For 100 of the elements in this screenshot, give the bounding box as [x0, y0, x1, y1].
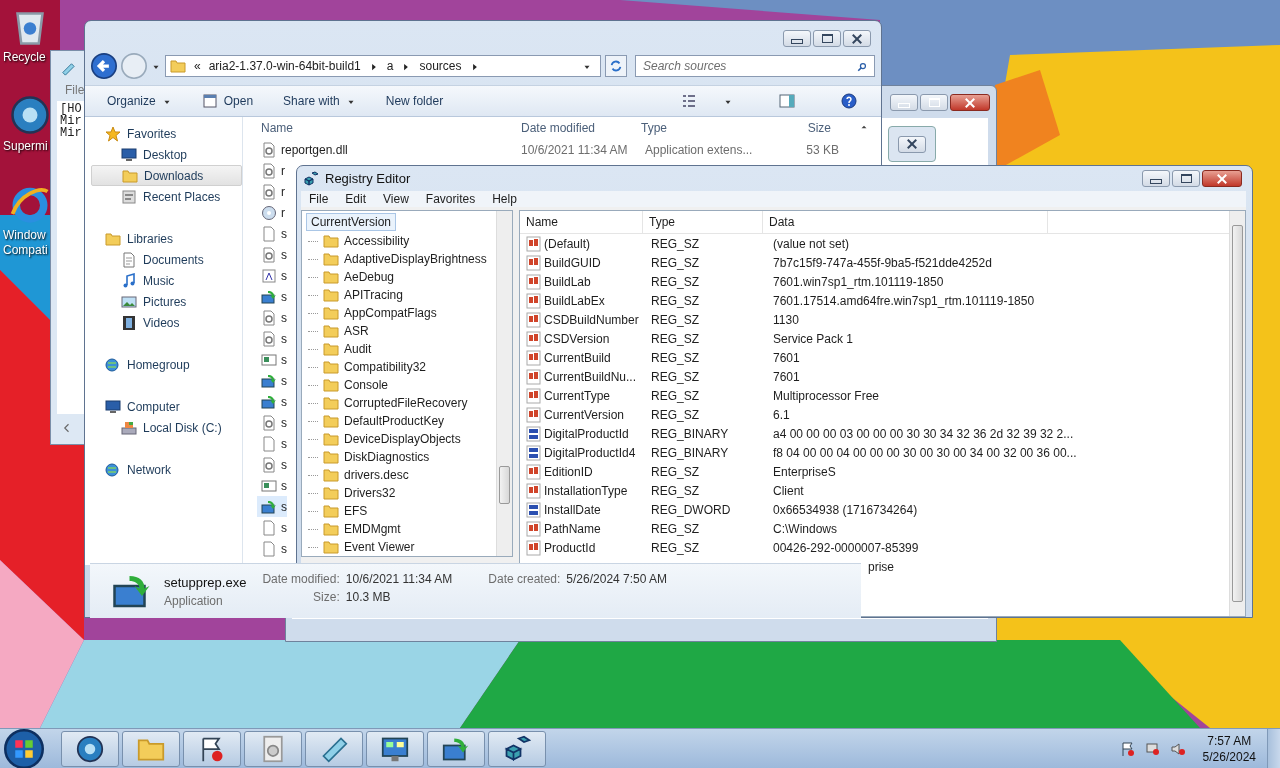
- menu-item[interactable]: Edit: [345, 192, 367, 207]
- value-name[interactable]: BuildLab: [544, 274, 647, 289]
- file-row[interactable]: s: [257, 244, 287, 265]
- value-name[interactable]: (Default): [544, 236, 647, 251]
- value-name[interactable]: BuildLabEx: [544, 293, 647, 308]
- value-name[interactable]: PathName: [544, 521, 647, 536]
- tree-item[interactable]: EMDMgmt: [344, 522, 401, 536]
- close-button[interactable]: [1202, 170, 1242, 188]
- minimize-button[interactable]: [1142, 170, 1170, 188]
- tree-item[interactable]: DiskDiagnostics: [344, 450, 430, 464]
- file-row[interactable]: s: [257, 433, 287, 454]
- value-name[interactable]: InstallDate: [544, 502, 647, 517]
- scrollbar[interactable]: [1229, 211, 1245, 616]
- tree-item[interactable]: AeDebug: [344, 270, 395, 284]
- file-row[interactable]: r: [257, 181, 287, 202]
- file-row[interactable]: s: [257, 412, 287, 433]
- toolbar-button[interactable]: New folder: [383, 91, 446, 111]
- minimize-button[interactable]: [783, 30, 811, 47]
- nav-item[interactable]: Computer: [91, 396, 242, 417]
- tree-item[interactable]: Accessibility: [344, 234, 410, 248]
- tree-item[interactable]: Audit: [344, 342, 372, 356]
- menu-item[interactable]: Favorites: [425, 192, 476, 207]
- file-row[interactable]: s: [257, 475, 287, 496]
- column-header[interactable]: Data: [763, 211, 1048, 233]
- breadcrumb[interactable]: a: [386, 59, 394, 73]
- tree-item[interactable]: EFS: [344, 504, 368, 518]
- tree-item[interactable]: Compatibility32: [344, 360, 427, 374]
- menu-item[interactable]: File: [309, 192, 329, 207]
- tree-item[interactable]: CurrentVersion: [306, 213, 397, 231]
- column-header[interactable]: Size: [761, 121, 831, 135]
- column-header[interactable]: Type: [643, 211, 763, 233]
- help-icon[interactable]: [841, 93, 857, 109]
- file-row[interactable]: s: [257, 517, 287, 538]
- start-button[interactable]: [4, 728, 44, 768]
- address-bar[interactable]: « aria2-1.37.0-win-64bit-build1 a sources: [165, 55, 601, 77]
- tree-item[interactable]: Event Viewer: [344, 540, 415, 554]
- flag-icon[interactable]: [1119, 740, 1136, 757]
- file-row[interactable]: s: [257, 265, 287, 286]
- toolbar-button[interactable]: Share with: [281, 91, 358, 111]
- taskbar-button[interactable]: [366, 730, 424, 767]
- taskbar-button[interactable]: [488, 730, 546, 767]
- nav-item[interactable]: Favorites: [91, 123, 242, 144]
- scrollbar[interactable]: [496, 211, 512, 556]
- value-name[interactable]: CurrentBuild: [544, 350, 647, 365]
- toolbar-button[interactable]: Organize: [105, 91, 174, 111]
- tree-item[interactable]: APITracing: [344, 288, 403, 302]
- column-header[interactable]: Name: [257, 121, 521, 135]
- toolbar-button[interactable]: Open: [199, 90, 256, 112]
- nav-item[interactable]: Downloads: [91, 165, 242, 186]
- file-row[interactable]: r: [257, 160, 287, 181]
- tree-item[interactable]: Console: [344, 378, 389, 392]
- maximize-button[interactable]: [813, 30, 841, 47]
- column-header[interactable]: Name: [520, 211, 643, 233]
- preview-pane-icon[interactable]: [779, 93, 795, 109]
- breadcrumb[interactable]: aria2-1.37.0-win-64bit-build1: [208, 59, 361, 73]
- taskbar-button[interactable]: [61, 730, 119, 767]
- value-name[interactable]: CurrentBuildNu...: [544, 369, 647, 384]
- nav-item[interactable]: Videos: [91, 312, 242, 333]
- value-name[interactable]: CurrentType: [544, 388, 647, 403]
- file-row[interactable]: r: [257, 202, 287, 223]
- nav-item[interactable]: Homegroup: [91, 354, 242, 375]
- value-name[interactable]: BuildGUID: [544, 255, 647, 270]
- breadcrumb[interactable]: sources: [419, 59, 462, 73]
- value-name[interactable]: CurrentVersion: [544, 407, 647, 422]
- nav-item[interactable]: Pictures: [91, 291, 242, 312]
- file-row[interactable]: reportgen.dll 10/6/2021 11:34 AM Application extens... 53 KB: [257, 139, 881, 160]
- nav-item[interactable]: Music: [91, 270, 242, 291]
- tree-item[interactable]: ASR: [344, 324, 369, 338]
- value-name[interactable]: DigitalProductId: [544, 426, 647, 441]
- nav-item[interactable]: Documents: [91, 249, 242, 270]
- tree-item[interactable]: Drivers32: [344, 486, 396, 500]
- value-name[interactable]: DigitalProductId4: [544, 445, 647, 460]
- file-row[interactable]: s: [257, 391, 287, 412]
- tree-item[interactable]: CorruptedFileRecovery: [344, 396, 468, 410]
- value-name[interactable]: CSDBuildNumber: [544, 312, 647, 327]
- nav-item[interactable]: Local Disk (C:): [91, 417, 242, 438]
- maximize-button[interactable]: [1172, 170, 1200, 188]
- value-name[interactable]: ProductId: [544, 540, 647, 555]
- file-row[interactable]: s: [257, 307, 287, 328]
- search-icon[interactable]: [857, 61, 867, 71]
- tree-item[interactable]: DeviceDisplayObjects: [344, 432, 461, 446]
- menu-item[interactable]: Help: [492, 192, 517, 207]
- nav-item[interactable]: Network: [91, 459, 242, 480]
- file-row[interactable]: s: [257, 454, 287, 475]
- taskbar-button[interactable]: [427, 730, 485, 767]
- value-name[interactable]: EditionID: [544, 464, 647, 479]
- text-area[interactable]: [HO Mir Mir: [57, 101, 85, 414]
- nav-item[interactable]: Recent Places: [91, 186, 242, 207]
- close-button[interactable]: [950, 94, 990, 111]
- clock[interactable]: 7:57 AM 5/26/2024: [1202, 732, 1256, 765]
- file-row[interactable]: s: [257, 496, 287, 517]
- file-row[interactable]: s: [257, 286, 287, 307]
- close-button[interactable]: [843, 30, 871, 47]
- speaker-icon[interactable]: [1169, 740, 1186, 757]
- menu-item[interactable]: View: [383, 192, 409, 207]
- breadcrumb-overflow[interactable]: «: [194, 59, 201, 73]
- value-name[interactable]: CSDVersion: [544, 331, 647, 346]
- tree-item[interactable]: drivers.desc: [344, 468, 409, 482]
- menu-item[interactable]: File: [65, 83, 85, 97]
- taskbar-button[interactable]: [183, 730, 241, 767]
